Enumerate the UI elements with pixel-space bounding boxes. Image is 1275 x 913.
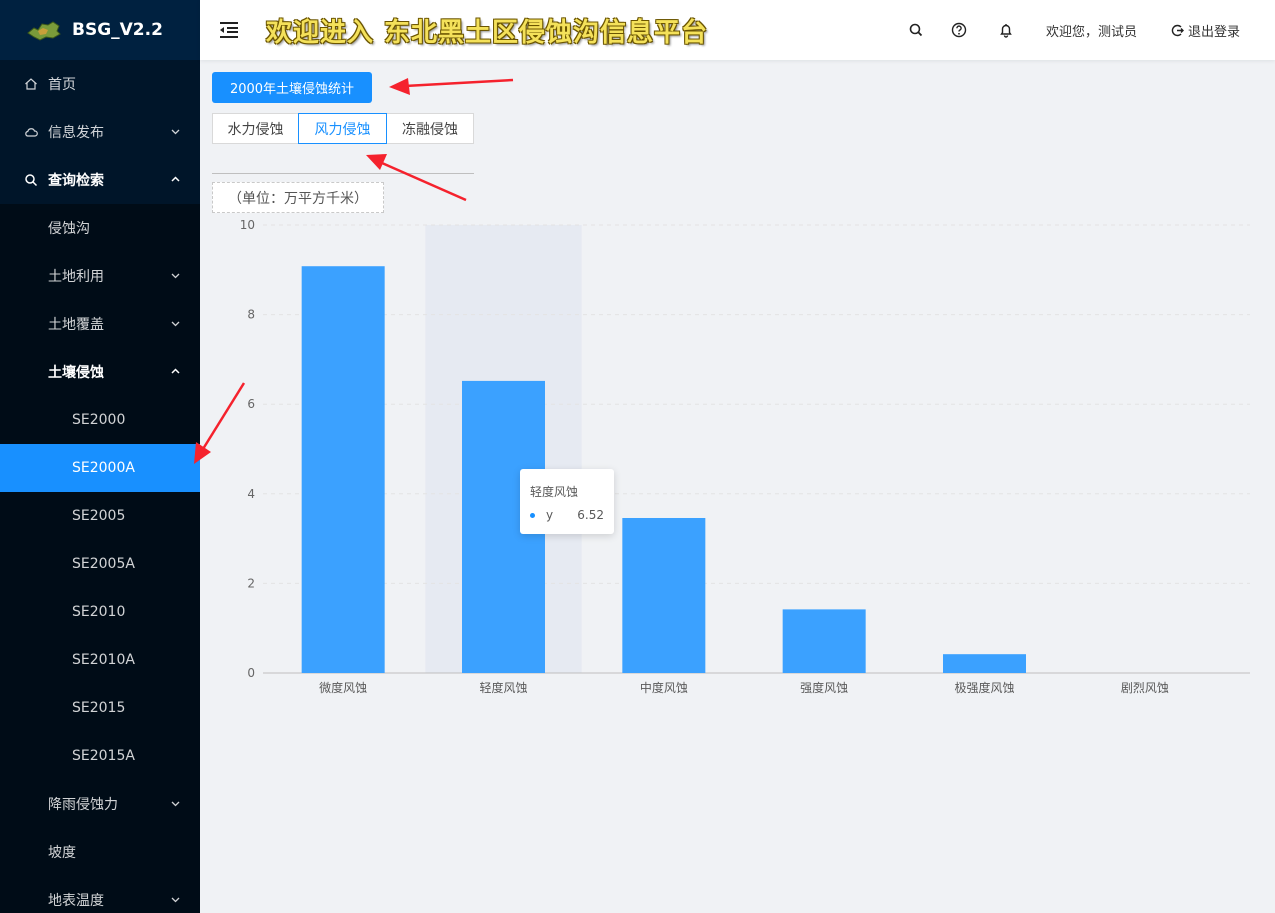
logout-button[interactable]: 退出登录 — [1170, 21, 1240, 40]
bar — [782, 609, 866, 673]
sidebar-item-label: SE2000 — [72, 412, 126, 428]
sidebar-item-query[interactable]: 查询检索 — [0, 156, 200, 204]
bar — [622, 517, 706, 673]
sidebar-item-se2005[interactable]: SE2005 — [0, 492, 200, 540]
welcome-text: 欢迎您，测试员 — [1046, 25, 1138, 40]
tooltip-title: 轻度风蚀 — [530, 485, 579, 499]
cloud-icon — [24, 125, 38, 139]
chevron-down-icon — [171, 273, 180, 279]
sidebar-item-label: SE2005A — [72, 556, 135, 572]
sidebar-item-gully[interactable]: 侵蚀沟 — [0, 204, 200, 252]
annotation-arrow — [389, 78, 514, 95]
x-tick-label: 轻度风蚀 — [479, 680, 527, 695]
sidebar-item-label: 降雨侵蚀力 — [48, 797, 118, 813]
search-icon — [24, 173, 38, 187]
unit-label: （单位：万平方千米） — [212, 182, 384, 213]
y-tick-label: 4 — [247, 487, 255, 501]
sidebar-item-se2000a[interactable]: SE2000A — [0, 444, 200, 492]
chevron-down-icon — [171, 129, 180, 135]
sidebar-item-label: 土地覆盖 — [48, 317, 104, 333]
chevron-down-icon — [171, 801, 180, 807]
sidebar-item-label: SE2015A — [72, 748, 135, 764]
sidebar-item-se2015a[interactable]: SE2015A — [0, 732, 200, 780]
erosion-statistics-button[interactable]: 2000年土壤侵蚀统计 — [212, 72, 372, 103]
tab-water-erosion[interactable]: 水力侵蚀 — [212, 113, 299, 144]
wind-erosion-bar-chart: 0246810微度风蚀 轻度风蚀 中度风蚀 强度风蚀 极强度风蚀 剧烈风蚀 — [240, 218, 1250, 695]
tooltip-value: 6.52 — [577, 508, 604, 522]
logo[interactable]: BSG_V2.2 — [0, 0, 200, 60]
chart-tooltip: 轻度风蚀 y 6.52 — [520, 469, 614, 534]
divider — [212, 173, 474, 174]
x-tick-label: 极强度风蚀 — [954, 680, 1014, 695]
chevron-up-icon — [171, 176, 180, 182]
menu-fold-icon[interactable] — [218, 20, 240, 40]
sidebar-item-se2005a[interactable]: SE2005A — [0, 540, 200, 588]
bar — [943, 654, 1026, 673]
sidebar-item-home[interactable]: 首页 — [0, 60, 200, 108]
chevron-down-icon — [171, 321, 180, 327]
logout-icon — [1171, 24, 1184, 37]
bell-icon[interactable] — [997, 21, 1015, 39]
logout-label: 退出登录 — [1188, 25, 1241, 40]
search-icon[interactable] — [907, 21, 925, 39]
sidebar-item-se2000[interactable]: SE2000 — [0, 396, 200, 444]
sidebar-item-surface-temperature[interactable]: 地表温度 — [0, 876, 200, 913]
app-name: BSG_V2.2 — [72, 20, 163, 40]
sidebar-item-slope[interactable]: 坡度 — [0, 828, 200, 876]
header: 欢迎进入 东北黑土区侵蚀沟信息平台 欢迎您，测试员 退出登录 — [200, 0, 1275, 60]
sidebar-item-label: 土地利用 — [48, 269, 104, 285]
sidebar-item-land-use[interactable]: 土地利用 — [0, 252, 200, 300]
home-icon — [24, 77, 38, 91]
x-tick-label: 微度风蚀 — [319, 680, 367, 695]
sidebar-item-label: 查询检索 — [48, 173, 104, 189]
sidebar-item-label: 坡度 — [48, 845, 76, 861]
sidebar-item-label: 信息发布 — [48, 125, 104, 141]
tooltip-series-marker — [530, 513, 535, 518]
y-tick-label: 2 — [247, 576, 255, 590]
y-tick-label: 0 — [247, 666, 255, 680]
x-tick-label: 中度风蚀 — [640, 680, 688, 695]
sidebar: BSG_V2.2 首页 信息发布 查询检索 侵蚀沟 土地利用 土地覆盖 土壤侵蚀… — [0, 0, 200, 913]
tab-wind-erosion[interactable]: 风力侵蚀 — [298, 113, 387, 144]
y-tick-label: 6 — [247, 397, 255, 411]
sidebar-item-label: SE2015 — [72, 700, 126, 716]
bar — [301, 266, 385, 673]
chevron-up-icon — [171, 368, 180, 374]
erosion-type-tabs: 水力侵蚀 风力侵蚀 冻融侵蚀 — [212, 113, 474, 144]
sidebar-item-label: 首页 — [48, 77, 76, 93]
sidebar-item-se2010[interactable]: SE2010 — [0, 588, 200, 636]
x-tick-label: 剧烈风蚀 — [1121, 681, 1169, 695]
y-tick-label: 10 — [240, 218, 255, 232]
logo-map-icon — [27, 21, 61, 41]
sidebar-item-land-cover[interactable]: 土地覆盖 — [0, 300, 200, 348]
sidebar-item-label: SE2000A — [72, 460, 135, 476]
sidebar-item-label: SE2010 — [72, 604, 126, 620]
chevron-down-icon — [171, 897, 180, 903]
help-icon[interactable] — [950, 21, 968, 39]
sidebar-item-label: 地表温度 — [48, 893, 104, 909]
tab-freeze-thaw-erosion[interactable]: 冻融侵蚀 — [386, 113, 474, 144]
sidebar-item-rainfall-erosivity[interactable]: 降雨侵蚀力 — [0, 780, 200, 828]
x-tick-label: 强度风蚀 — [800, 680, 848, 695]
page-title: 欢迎进入 东北黑土区侵蚀沟信息平台 — [266, 18, 709, 48]
sidebar-item-label: 土壤侵蚀 — [48, 365, 104, 381]
sidebar-item-se2015[interactable]: SE2015 — [0, 684, 200, 732]
sidebar-item-label: 侵蚀沟 — [48, 221, 90, 237]
sidebar-item-info-publish[interactable]: 信息发布 — [0, 108, 200, 156]
sidebar-item-label: SE2005 — [72, 508, 126, 524]
y-tick-label: 8 — [247, 308, 255, 322]
sidebar-item-label: SE2010A — [72, 652, 135, 668]
tooltip-series-name: y — [546, 508, 554, 522]
sidebar-item-soil-erosion[interactable]: 土壤侵蚀 — [0, 348, 200, 396]
sidebar-item-se2010a[interactable]: SE2010A — [0, 636, 200, 684]
